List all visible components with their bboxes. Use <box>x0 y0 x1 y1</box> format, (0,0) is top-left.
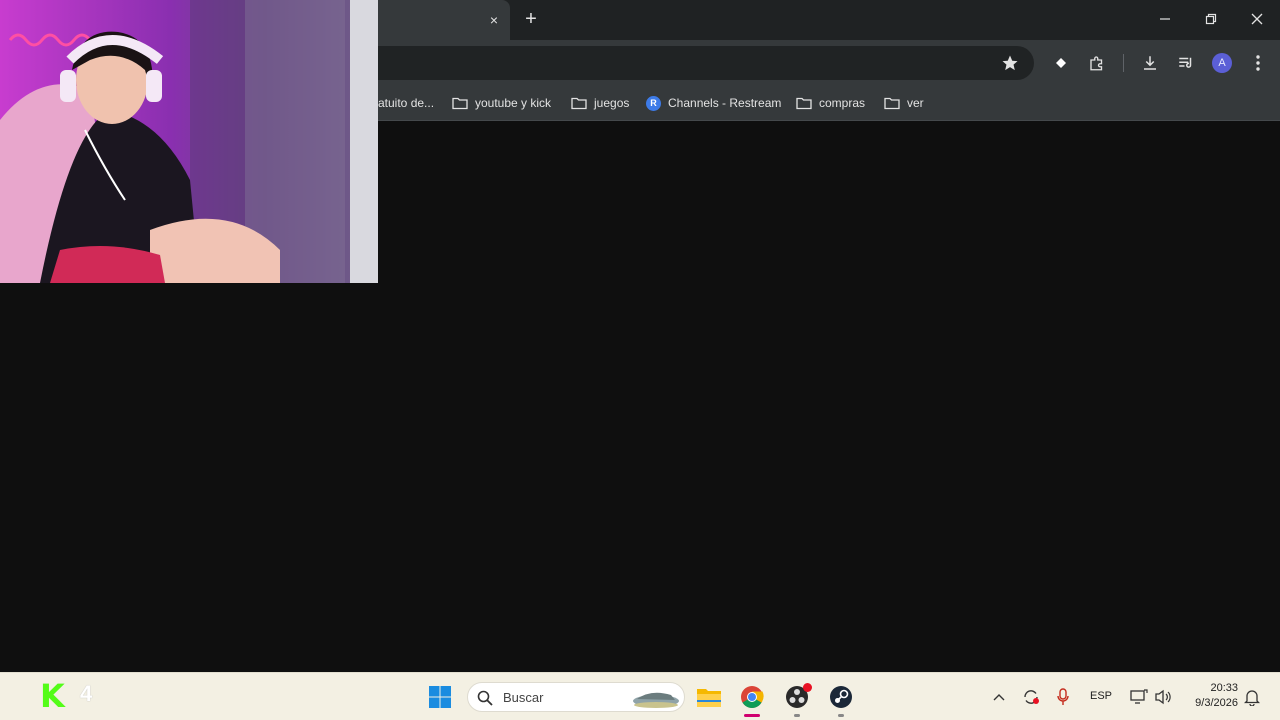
steam-icon <box>830 686 852 708</box>
bookmark-label: Channels - Restream <box>668 96 782 110</box>
bookmark-label: juegos <box>594 96 630 110</box>
obs-taskbar-button[interactable] <box>782 682 812 712</box>
search-icon <box>477 690 493 706</box>
chrome-active-indicator <box>744 714 760 717</box>
clock-time: 20:33 <box>1210 682 1238 694</box>
kebab-menu-icon <box>1256 55 1260 71</box>
notifications-button[interactable] <box>1241 686 1263 708</box>
file-explorer-button[interactable] <box>694 682 724 712</box>
bookmark-folder-compras[interactable]: compras <box>796 92 865 114</box>
search-placeholder: Buscar <box>503 690 544 705</box>
toolbar-divider <box>1123 54 1124 72</box>
folder-icon <box>884 97 900 110</box>
tab-close-button[interactable]: × <box>484 10 504 30</box>
restore-icon <box>1205 13 1217 25</box>
chevron-up-icon <box>993 694 1005 701</box>
volume-tray-button[interactable] <box>1152 686 1174 708</box>
sync-icon <box>1024 690 1039 704</box>
puzzle-icon <box>1090 56 1103 71</box>
chrome-taskbar-button[interactable] <box>737 682 767 712</box>
microphone-icon <box>1057 688 1069 705</box>
extensions-button[interactable] <box>1085 51 1109 75</box>
taskbar-search-box[interactable]: Buscar <box>467 682 685 712</box>
bookmark-label: youtube y kick <box>475 96 552 110</box>
kick-widget-logo[interactable]: K <box>40 677 65 715</box>
bookmark-star-button[interactable] <box>998 51 1022 75</box>
network-tray-button[interactable] <box>1128 686 1150 708</box>
taskbar-clock[interactable]: 20:33 9/3/2026 <box>1182 681 1238 711</box>
download-icon <box>1144 56 1156 70</box>
input-language[interactable]: ESP <box>1090 690 1112 702</box>
folder-icon <box>571 97 587 110</box>
widget-count: 4 <box>80 681 93 706</box>
steam-running-indicator <box>838 714 844 717</box>
restore-button[interactable] <box>1199 8 1223 32</box>
close-window-button[interactable] <box>1245 8 1269 32</box>
folder-icon <box>796 97 812 110</box>
recording-badge <box>803 683 812 692</box>
windows-logo-icon <box>429 686 451 708</box>
microphone-tray-button[interactable] <box>1052 686 1074 708</box>
bookmark-partial[interactable]: atuito de... <box>378 92 434 114</box>
star-icon <box>1002 55 1018 71</box>
search-highlight-image <box>633 692 679 708</box>
diamond-icon <box>1056 58 1066 68</box>
extension-diamond-button[interactable] <box>1049 51 1073 75</box>
bookmark-label: compras <box>819 96 866 110</box>
bookmark-label: atuito de... <box>378 96 435 110</box>
webcam-feed-image <box>0 0 378 283</box>
bell-icon <box>1244 690 1260 706</box>
close-icon <box>1251 13 1263 25</box>
folder-icon <box>452 97 468 110</box>
sync-tray-button[interactable] <box>1020 686 1042 708</box>
restream-icon: R <box>646 95 661 111</box>
steam-taskbar-button[interactable] <box>826 682 856 712</box>
windows-taskbar: K 4 Buscar ESP 20:33 9/3/2026 <box>0 672 1280 720</box>
obs-running-indicator <box>794 714 800 717</box>
minimize-button[interactable] <box>1153 8 1177 32</box>
speaker-icon <box>1155 689 1171 705</box>
desktop-screen: × + A atuito de... youtube y kick juegos… <box>0 0 1280 720</box>
profile-avatar[interactable]: A <box>1212 53 1232 73</box>
bookmark-restream[interactable]: R Channels - Restream <box>646 92 781 114</box>
media-controls-button[interactable] <box>1174 51 1198 75</box>
webcam-overlay <box>0 0 378 283</box>
media-queue-icon <box>1179 57 1192 68</box>
browser-menu-button[interactable] <box>1246 51 1270 75</box>
bookmark-folder-ver[interactable]: ver <box>884 92 924 114</box>
bookmark-folder-juegos[interactable]: juegos <box>571 92 629 114</box>
clock-date: 9/3/2026 <box>1195 697 1238 709</box>
tray-overflow-button[interactable] <box>988 686 1010 708</box>
new-tab-button[interactable]: + <box>520 8 542 30</box>
chrome-icon <box>741 686 764 708</box>
bookmark-folder-youtube-kick[interactable]: youtube y kick <box>452 92 551 114</box>
downloads-button[interactable] <box>1138 51 1162 75</box>
minimize-icon <box>1160 18 1170 20</box>
network-icon <box>1130 689 1148 704</box>
folder-icon <box>697 689 721 707</box>
bookmark-label: ver <box>907 96 924 110</box>
start-button[interactable] <box>425 682 455 712</box>
